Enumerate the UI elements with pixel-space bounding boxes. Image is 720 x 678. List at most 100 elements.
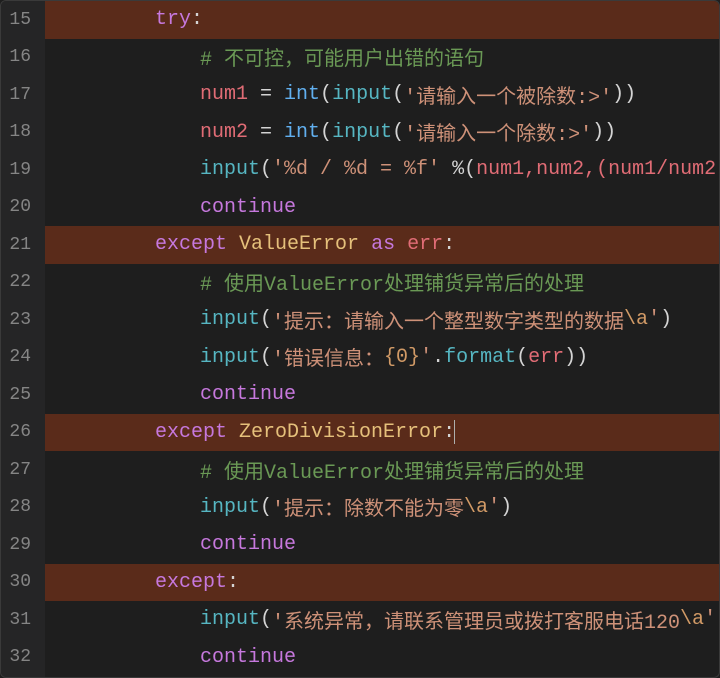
code-line[interactable]: try:	[45, 1, 720, 39]
code-line[interactable]: continue	[45, 189, 720, 227]
paren: (	[260, 158, 272, 181]
string: '提示：除数不能为零	[272, 492, 464, 522]
paren: (	[320, 83, 332, 106]
line-number: 20	[7, 189, 31, 227]
code-line[interactable]: # 使用ValueError处理铺货异常后的处理	[45, 451, 720, 489]
exception-class: ZeroDivisionError	[239, 421, 443, 444]
paren: )	[500, 496, 512, 519]
paren: (	[260, 608, 272, 631]
line-number: 17	[7, 76, 31, 114]
code-line[interactable]: continue	[45, 376, 720, 414]
string: '	[420, 346, 432, 369]
paren: (	[260, 308, 272, 331]
escape-char: \a	[680, 608, 704, 631]
string: '	[488, 496, 500, 519]
line-number: 22	[7, 264, 31, 302]
exception-class: ValueError	[239, 233, 359, 256]
line-number: 18	[7, 114, 31, 152]
code-line[interactable]: except:	[45, 564, 720, 602]
func-input: input	[200, 308, 260, 331]
func-input: input	[200, 158, 260, 181]
paren: (	[392, 121, 404, 144]
func-input: input	[200, 496, 260, 519]
paren: ))	[612, 83, 636, 106]
text-cursor	[454, 420, 455, 444]
code-line[interactable]: except ZeroDivisionError:	[45, 414, 720, 452]
operator: =	[248, 83, 284, 106]
code-line[interactable]: input('%d / %d = %f' %(num1,num2,(num1/n…	[45, 151, 720, 189]
line-number: 27	[7, 451, 31, 489]
paren: (	[260, 346, 272, 369]
string: '	[648, 308, 660, 331]
keyword-continue: continue	[200, 646, 296, 669]
string: '请输入一个除数:>'	[404, 117, 592, 147]
line-number: 15	[7, 1, 31, 39]
comment: # 不可控，可能用户出错的语句	[200, 42, 484, 72]
identifier: num2	[200, 121, 248, 144]
colon: :	[227, 571, 239, 594]
escape-char: \a	[464, 496, 488, 519]
keyword-continue: continue	[200, 533, 296, 556]
string: '请输入一个被除数:>'	[404, 80, 612, 110]
paren: ))	[564, 346, 588, 369]
paren: )	[660, 308, 672, 331]
code-line[interactable]: continue	[45, 526, 720, 564]
line-number: 30	[7, 564, 31, 602]
code-area[interactable]: try: # 不可控，可能用户出错的语句 num1 = int(input('请…	[45, 1, 720, 677]
comment: # 使用ValueError处理铺货异常后的处理	[200, 455, 584, 485]
colon: :	[191, 8, 203, 31]
code-line[interactable]: continue	[45, 639, 720, 677]
format-placeholder: {0}	[384, 346, 420, 369]
func-input: input	[332, 83, 392, 106]
method-format: format	[444, 346, 516, 369]
code-line[interactable]: input('系统异常，请联系管理员或拨打客服电话120\a')	[45, 601, 720, 639]
string: '系统异常，请联系管理员或拨打客服电话120	[272, 605, 680, 635]
line-number: 32	[7, 639, 31, 677]
paren: (	[464, 158, 476, 181]
line-number: 31	[7, 601, 31, 639]
keyword-except: except	[155, 233, 227, 256]
identifier: num1	[200, 83, 248, 106]
paren: )	[716, 608, 720, 631]
string: '	[704, 608, 716, 631]
line-number: 25	[7, 376, 31, 414]
line-number: 28	[7, 489, 31, 527]
line-number: 29	[7, 526, 31, 564]
line-number: 21	[7, 226, 31, 264]
escape-char: \a	[624, 308, 648, 331]
code-line[interactable]: input('提示：请输入一个整型数字类型的数据\a')	[45, 301, 720, 339]
func-input: input	[200, 346, 260, 369]
operator: %	[440, 158, 464, 181]
keyword-except: except	[155, 421, 227, 444]
paren: (	[516, 346, 528, 369]
paren: (	[392, 83, 404, 106]
keyword-continue: continue	[200, 383, 296, 406]
code-line[interactable]: input('提示：除数不能为零\a')	[45, 489, 720, 527]
identifier: err	[407, 233, 443, 256]
identifier: err	[528, 346, 564, 369]
keyword-except: except	[155, 571, 227, 594]
keyword-as: as	[371, 233, 395, 256]
code-line[interactable]: num2 = int(input('请输入一个除数:>'))	[45, 114, 720, 152]
string: '提示：请输入一个整型数字类型的数据	[272, 305, 624, 335]
builtin-int: int	[284, 121, 320, 144]
line-number: 19	[7, 151, 31, 189]
dot: .	[432, 346, 444, 369]
colon: :	[443, 233, 455, 256]
line-number: 26	[7, 414, 31, 452]
func-input: input	[332, 121, 392, 144]
gutter: 15 16 17 18 19 20 21 22 23 24 25 26 27 2…	[1, 1, 45, 677]
operator: =	[248, 121, 284, 144]
line-number: 16	[7, 39, 31, 77]
code-editor[interactable]: 15 16 17 18 19 20 21 22 23 24 25 26 27 2…	[0, 0, 720, 678]
func-input: input	[200, 608, 260, 631]
line-number: 23	[7, 301, 31, 339]
code-line[interactable]: except ValueError as err:	[45, 226, 720, 264]
code-line[interactable]: # 使用ValueError处理铺货异常后的处理	[45, 264, 720, 302]
comment: # 使用ValueError处理铺货异常后的处理	[200, 267, 584, 297]
code-line[interactable]: input('错误信息：{0}'.format(err))	[45, 339, 720, 377]
identifier: num1,num2,(num1/num2)	[476, 158, 720, 181]
code-line[interactable]: # 不可控，可能用户出错的语句	[45, 39, 720, 77]
paren: (	[320, 121, 332, 144]
code-line[interactable]: num1 = int(input('请输入一个被除数:>'))	[45, 76, 720, 114]
